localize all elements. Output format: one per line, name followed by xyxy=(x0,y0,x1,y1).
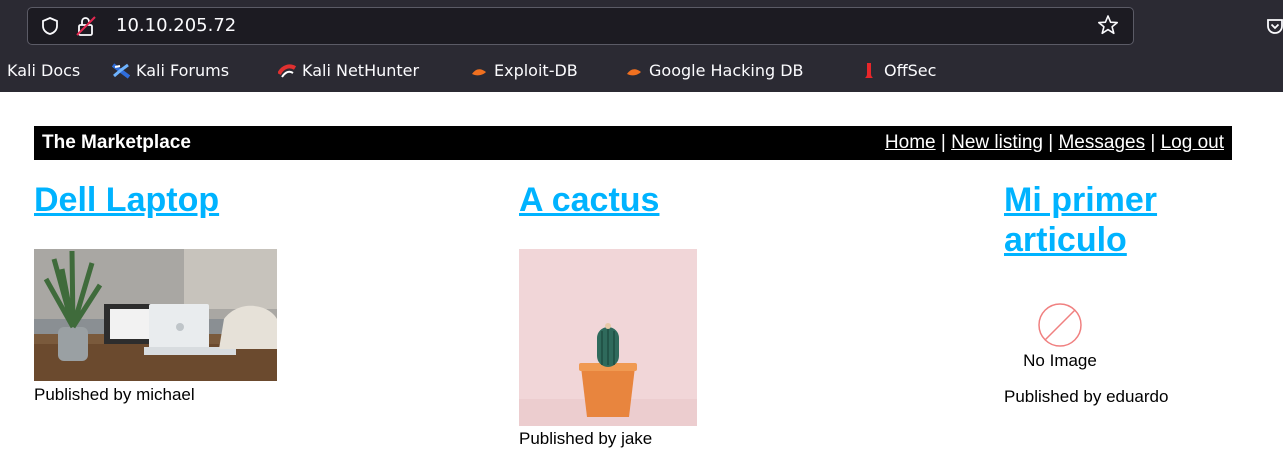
cactus-photo[interactable] xyxy=(519,249,697,426)
kali-forums-icon xyxy=(112,63,130,79)
listing-title-link[interactable]: Dell Laptop xyxy=(34,180,334,220)
no-image-label: No Image xyxy=(1023,351,1097,370)
bookmark-google-hacking-db[interactable]: Google Hacking DB xyxy=(625,60,804,82)
kali-nethunter-icon xyxy=(278,64,296,78)
bookmark-kali-nethunter[interactable]: Kali NetHunter xyxy=(278,60,419,82)
bookmark-label: OffSec xyxy=(884,61,937,80)
listing-card: Mi primer articulo xyxy=(1004,180,1234,260)
bookmark-exploit-db[interactable]: Exploit-DB xyxy=(470,60,578,82)
broken-image-placeholder[interactable]: No Image xyxy=(1010,300,1110,372)
bookmarks-toolbar: Kali Docs Kali Forums Kali NetHunter Exp… xyxy=(0,54,1283,88)
no-image-icon xyxy=(1038,303,1082,347)
url-text[interactable]: 10.10.205.72 xyxy=(116,14,236,38)
nav-separator: | xyxy=(940,132,946,153)
nav-separator: | xyxy=(1048,132,1054,153)
listing-author: Published by jake xyxy=(519,428,652,450)
nav-logout-link[interactable]: Log out xyxy=(1161,132,1224,153)
nav-links: Home | New listing | Messages | Log out xyxy=(885,131,1224,155)
pocket-icon[interactable] xyxy=(1266,16,1283,36)
insecure-lock-icon[interactable] xyxy=(75,15,97,37)
exploit-db-icon xyxy=(472,69,486,76)
site-navbar: The Marketplace Home | New listing | Mes… xyxy=(34,126,1232,160)
ghdb-icon xyxy=(627,69,641,76)
published-by-text: Published by jake xyxy=(519,429,653,448)
page-content: The Marketplace Home | New listing | Mes… xyxy=(0,92,1283,472)
bookmark-offsec[interactable]: OffSec xyxy=(860,60,936,82)
listing-title-link[interactable]: Mi primer articulo xyxy=(1004,180,1234,260)
listing-title-link[interactable]: A cactus xyxy=(519,180,819,220)
bookmark-label: Google Hacking DB xyxy=(649,61,804,80)
tracking-shield-icon[interactable] xyxy=(40,16,60,36)
offsec-icon xyxy=(865,63,873,78)
listing-author: Published by eduardo xyxy=(1004,386,1168,408)
site-brand: The Marketplace xyxy=(42,132,191,153)
bookmark-star-icon[interactable] xyxy=(1097,14,1119,36)
listing-card: Dell Laptop xyxy=(34,180,334,220)
listing-author: Published by michael xyxy=(34,384,195,406)
browser-chrome: 10.10.205.72 Kali Docs Kali Forums Kali … xyxy=(0,0,1283,92)
title-line: Mi primer xyxy=(1004,181,1158,219)
published-by-text: Published by eduardo xyxy=(1004,387,1169,406)
bookmark-kali-forums[interactable]: Kali Forums xyxy=(112,60,229,82)
published-by-text: Published by michael xyxy=(34,385,195,404)
nav-messages-link[interactable]: Messages xyxy=(1058,132,1145,153)
bookmark-label: Kali Docs xyxy=(7,61,81,80)
bookmark-label: Exploit-DB xyxy=(494,61,578,80)
nav-home-link[interactable]: Home xyxy=(885,132,936,153)
address-bar[interactable]: 10.10.205.72 xyxy=(27,7,1134,45)
title-line: articulo xyxy=(1004,221,1127,259)
bookmark-label: Kali Forums xyxy=(136,61,230,80)
nav-separator: | xyxy=(1150,132,1156,153)
nav-new-listing-link[interactable]: New listing xyxy=(951,132,1043,153)
bookmark-label: Kali NetHunter xyxy=(302,61,420,80)
laptop-photo[interactable] xyxy=(34,249,277,381)
bookmark-kali-docs[interactable]: Kali Docs xyxy=(7,60,80,82)
listing-card: A cactus xyxy=(519,180,819,220)
